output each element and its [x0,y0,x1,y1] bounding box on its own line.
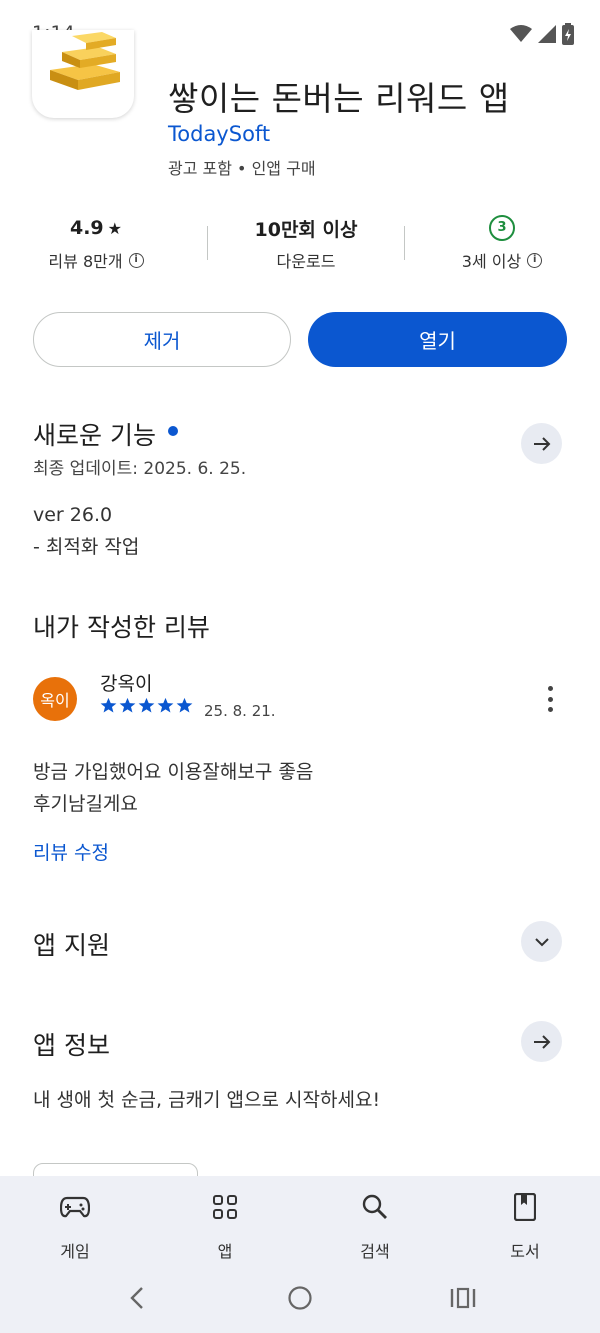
age-rating-label: 3세 이상 [461,252,522,271]
star-icon [100,697,117,713]
app-info-title[interactable]: 앱 정보 [33,1026,110,1062]
app-description: 내 생애 첫 순금, 금캐기 앱으로 시작하세요! [33,1089,381,1111]
review-text-line-1: 방금 가입했어요 이용잘해보구 좋음 [33,761,314,783]
gamepad-icon [60,1196,90,1218]
recents-button[interactable] [448,1280,478,1316]
chevron-down-icon [534,937,549,946]
nav-item-books[interactable]: 도서 [475,1190,575,1262]
app-meta: 광고 포함 • 인앱 구매 [168,159,316,178]
app-info-arrow-button[interactable] [521,1021,562,1062]
nav-label: 검색 [360,1242,390,1261]
info-icon: i [128,252,144,268]
open-button[interactable]: 열기 [308,312,567,367]
my-review-title: 내가 작성한 리뷰 [33,613,210,642]
avatar: 옥이 [33,677,77,721]
arrow-right-icon [533,1034,550,1049]
downloads-value: 10만회 이상 [254,218,358,241]
wifi-icon [510,25,532,42]
nav-item-games[interactable]: 게임 [25,1190,125,1262]
recents-icon [450,1287,476,1309]
rating-stat[interactable]: 4.9 ★ 리뷰 8만개 i [11,212,181,272]
nav-item-apps[interactable]: 앱 [175,1190,275,1262]
nav-item-search[interactable]: 검색 [325,1190,425,1262]
reviewer-name: 강옥이 [100,673,153,695]
status-icons [510,22,574,46]
developer-link[interactable]: TodaySoft [168,122,270,146]
star-icon: ★ [107,218,122,238]
age-rating-stat[interactable]: 3 3세 이상 i [417,212,587,272]
arrow-right-icon [533,436,550,451]
version-text: ver 26.0 [33,504,113,526]
review-date: 25. 8. 21. [204,702,276,720]
signal-icon [538,25,556,43]
review-text-line-2: 후기남길게요 [33,793,138,815]
downloads-label: 다운로드 [276,252,336,271]
reviews-count: 리뷰 8만개 [48,252,123,271]
back-icon [130,1287,143,1309]
back-button[interactable] [122,1280,152,1316]
edit-review-link[interactable]: 리뷰 수정 [33,838,109,865]
app-support-title[interactable]: 앱 지원 [33,926,110,962]
search-icon [362,1194,387,1219]
nav-label: 도서 [510,1242,540,1261]
more-options-icon[interactable] [540,686,560,712]
review-stars [100,697,193,714]
app-icon [32,30,134,118]
book-icon [514,1193,536,1221]
info-icon: i [527,252,543,268]
downloads-stat: 10만회 이상 다운로드 [221,212,391,272]
app-support-expand-button[interactable] [521,921,562,962]
nav-label: 앱 [217,1242,233,1261]
star-icon [119,697,136,713]
whats-new-title: 새로운 기능 [33,421,156,450]
star-icon [157,697,174,713]
uninstall-button[interactable]: 제거 [33,312,291,367]
gold-bars-icon [50,32,120,90]
apps-grid-icon [213,1195,237,1219]
star-icon [138,697,155,713]
app-title: 쌓이는 돈버는 리워드 앱 [168,79,510,118]
last-updated: 최종 업데이트: 2025. 6. 25. [33,459,247,479]
divider [207,226,208,260]
age-rating-badge-icon: 3 [489,215,515,241]
home-icon [288,1286,312,1310]
star-icon [176,697,193,713]
update-notes: - 최적화 작업 [33,536,140,558]
new-indicator-dot [167,426,178,436]
home-button[interactable] [285,1280,315,1316]
whats-new-arrow-button[interactable] [521,423,562,464]
nav-label: 게임 [60,1242,90,1261]
divider [404,226,405,260]
whats-new-heading[interactable]: 새로운 기능 [33,416,178,452]
battery-icon [562,23,574,45]
rating-value: 4.9 [69,217,104,239]
